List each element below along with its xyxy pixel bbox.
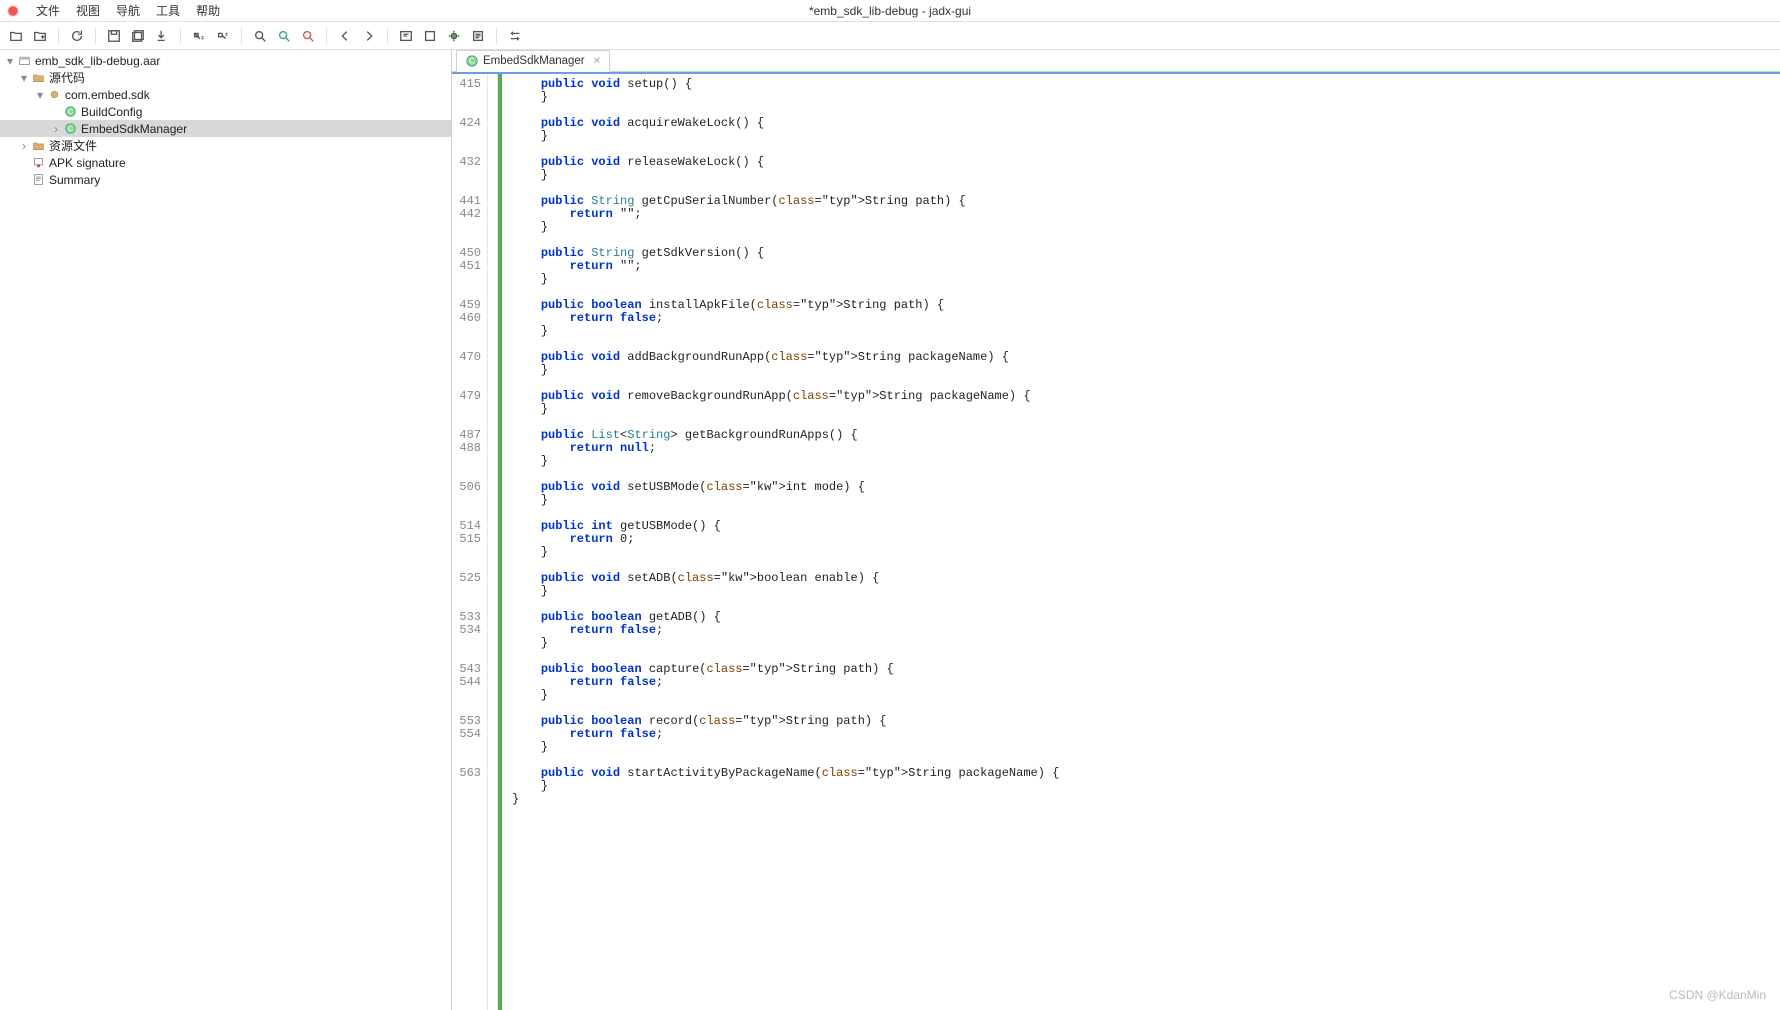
menu-bar: 文件 视图 导航 工具 帮助 *emb_sdk_lib-debug - jadx… [0, 0, 1780, 22]
package-icon [46, 87, 62, 103]
expander-icon[interactable] [50, 105, 62, 119]
toolbar-separator [326, 28, 327, 44]
search-class-icon[interactable] [274, 26, 294, 46]
tab-label: EmbedSdkManager [483, 55, 585, 67]
tree-resources[interactable]: › 资源文件 [0, 137, 451, 154]
menu-view[interactable]: 视图 [68, 0, 108, 21]
expander-icon[interactable]: ▾ [4, 54, 16, 68]
expander-icon[interactable]: › [18, 139, 30, 153]
summary-icon [30, 172, 46, 188]
search-usage-icon[interactable] [298, 26, 318, 46]
quark-icon[interactable] [420, 26, 440, 46]
svg-text:C: C [67, 124, 72, 133]
tree-label: EmbedSdkManager [81, 122, 187, 136]
app-icon [6, 4, 20, 18]
tree-root[interactable]: ▾ emb_sdk_lib-debug.aar [0, 52, 451, 69]
toolbar-separator [95, 28, 96, 44]
toolbar-separator [180, 28, 181, 44]
editor-area: C EmbedSdkManager ✕ 415 424 432 441442 4… [452, 50, 1780, 1010]
editor-tabs: C EmbedSdkManager ✕ [452, 50, 1780, 72]
reload-icon[interactable] [67, 26, 87, 46]
fold-strip [488, 74, 498, 1010]
watermark: CSDN @KdanMin [1669, 988, 1766, 1002]
folder-icon [30, 70, 46, 86]
certificate-icon [30, 155, 46, 171]
expander-icon[interactable]: ▾ [34, 88, 46, 102]
tree-label: 源代码 [49, 69, 85, 86]
search-icon[interactable] [250, 26, 270, 46]
menu-tools[interactable]: 工具 [148, 0, 188, 21]
open-file-icon[interactable] [6, 26, 26, 46]
folder-icon [30, 138, 46, 154]
tab-embedsdkmanager[interactable]: C EmbedSdkManager ✕ [456, 50, 610, 72]
menu-help[interactable]: 帮助 [188, 0, 228, 21]
expander-icon[interactable] [18, 156, 30, 170]
tree-label: Summary [49, 173, 100, 187]
expander-icon[interactable] [18, 173, 30, 187]
code-content[interactable]: public void setup() { } public void acqu… [502, 74, 1780, 1010]
tree-label: com.embed.sdk [65, 88, 150, 102]
settings-icon[interactable] [505, 26, 525, 46]
tree-class-manager[interactable]: › C EmbedSdkManager [0, 120, 451, 137]
line-numbers: 415 424 432 441442 450451 459460 470 479… [452, 74, 488, 1010]
tree-class-buildconfig[interactable]: C BuildConfig [0, 103, 451, 120]
tree-label: BuildConfig [81, 105, 142, 119]
toolbar-separator [241, 28, 242, 44]
tree-label: APK signature [49, 156, 126, 170]
log-icon[interactable] [468, 26, 488, 46]
svg-text:C: C [469, 57, 475, 66]
window-title: *emb_sdk_lib-debug - jadx-gui [809, 4, 971, 18]
menu-file[interactable]: 文件 [28, 0, 68, 21]
close-icon[interactable]: ✕ [593, 56, 601, 67]
toolbar-separator [496, 28, 497, 44]
menu-nav[interactable]: 导航 [108, 0, 148, 21]
tree-summary[interactable]: Summary [0, 171, 451, 188]
deobfuscate-icon[interactable] [396, 26, 416, 46]
expander-icon[interactable]: ▾ [18, 71, 30, 85]
tree-label: 资源文件 [49, 137, 97, 154]
toolbar-separator [58, 28, 59, 44]
export-icon[interactable] [152, 26, 172, 46]
tree-apk-signature[interactable]: APK signature [0, 154, 451, 171]
tree-package[interactable]: ▾ com.embed.sdk [0, 86, 451, 103]
class-icon: C [465, 54, 479, 68]
toolbar-separator [387, 28, 388, 44]
save-all-icon[interactable] [128, 26, 148, 46]
project-tree[interactable]: ▾ emb_sdk_lib-debug.aar ▾ 源代码 ▾ com.embe… [0, 50, 452, 1010]
expand-icon[interactable] [213, 26, 233, 46]
nav-forward-icon[interactable] [359, 26, 379, 46]
toolbar [0, 22, 1780, 50]
class-icon: C [62, 121, 78, 137]
expander-icon[interactable]: › [50, 122, 62, 136]
add-file-icon[interactable] [30, 26, 50, 46]
debug-icon[interactable] [444, 26, 464, 46]
collapse-icon[interactable] [189, 26, 209, 46]
tree-source[interactable]: ▾ 源代码 [0, 69, 451, 86]
save-icon[interactable] [104, 26, 124, 46]
class-icon: C [62, 104, 78, 120]
archive-icon [16, 53, 32, 69]
tree-label: emb_sdk_lib-debug.aar [35, 54, 160, 68]
nav-back-icon[interactable] [335, 26, 355, 46]
code-editor[interactable]: 415 424 432 441442 450451 459460 470 479… [452, 72, 1780, 1010]
svg-text:C: C [67, 107, 72, 116]
